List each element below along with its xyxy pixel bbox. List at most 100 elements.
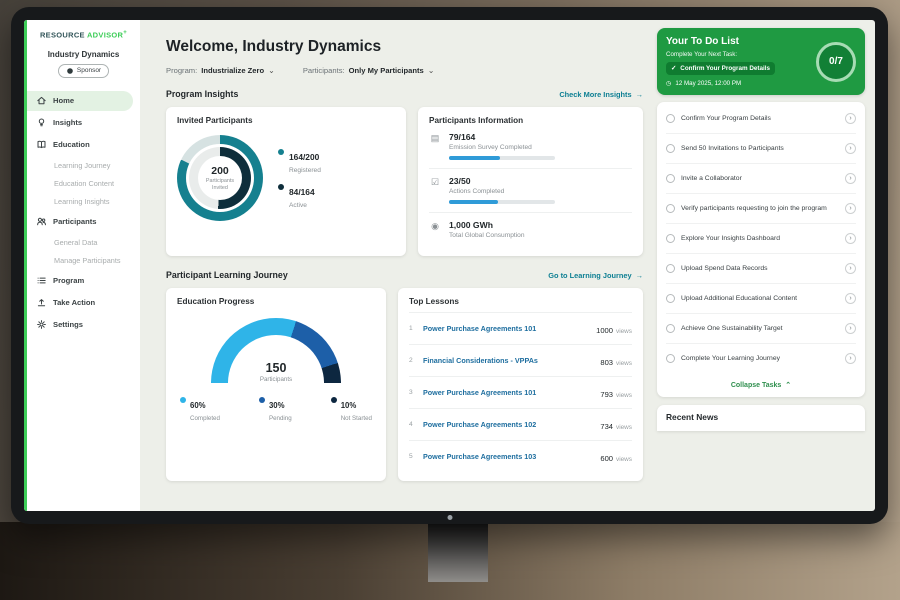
chevron-right-icon[interactable]: › (845, 353, 856, 364)
chevron-right-icon[interactable]: › (845, 323, 856, 334)
go-to-learning-journey-link[interactable]: Go to Learning Journey → (548, 271, 643, 280)
sidebar-item-participants[interactable]: Participants (27, 212, 133, 232)
task-label: Achieve One Sustainability Target (681, 324, 839, 334)
sidebar-item-education[interactable]: Education (27, 135, 133, 155)
progress-bar-fill (449, 156, 500, 160)
legend-value: 60% (190, 401, 206, 410)
sidebar-item-take-action[interactable]: Take Action (27, 293, 133, 313)
chevron-right-icon[interactable]: › (845, 263, 856, 274)
recent-news-header: Recent News (657, 405, 865, 431)
stat-value: 23/50 (449, 176, 555, 186)
sponsor-badge-label: Sponsor (77, 67, 101, 74)
chevron-right-icon[interactable]: › (845, 173, 856, 184)
checkbox-icon[interactable] (666, 354, 675, 363)
task-row-upload-educational-content[interactable]: Upload Additional Educational Content › (666, 284, 856, 314)
checkbox-icon[interactable] (666, 294, 675, 303)
arrow-right-icon: → (636, 271, 643, 280)
check-more-insights-link[interactable]: Check More Insights → (559, 90, 643, 99)
chevron-right-icon[interactable]: › (845, 113, 856, 124)
sidebar-item-program[interactable]: Program (27, 271, 133, 291)
insights-cards-row: Invited Participants 200 Participants In… (166, 107, 643, 256)
checkbox-icon[interactable] (666, 234, 675, 243)
task-row-send-invitations[interactable]: Send 50 Invitations to Participants › (666, 134, 856, 164)
lesson-views: 803 (600, 358, 613, 367)
task-row-upload-spend-data[interactable]: Upload Spend Data Records › (666, 254, 856, 284)
sidebar-item-label: Take Action (53, 298, 95, 307)
bulb-icon (36, 117, 47, 128)
task-row-explore-insights[interactable]: Explore Your Insights Dashboard › (666, 224, 856, 254)
todo-title: Your To Do List (666, 36, 775, 47)
sidebar-item-general-data[interactable]: General Data (27, 234, 140, 251)
education-center-label: Participants (211, 376, 341, 383)
lesson-row: 1 Power Purchase Agreements 101 1000view… (409, 313, 632, 345)
program-filter[interactable]: Program: Industrialize Zero ⌄ (166, 66, 275, 75)
sidebar-item-home[interactable]: Home (27, 91, 133, 111)
task-row-verify-participants[interactable]: Verify participants requesting to join t… (666, 194, 856, 224)
book-icon (36, 139, 47, 150)
legend-active: 84/164 Active (278, 182, 321, 209)
sidebar-item-settings[interactable]: Settings (27, 315, 133, 335)
actions-icon: ☑ (429, 177, 441, 204)
sidebar-item-learning-journey[interactable]: Learning Journey (27, 157, 140, 174)
checkbox-icon[interactable] (666, 144, 675, 153)
link-label: Check More Insights (559, 90, 631, 99)
task-label: Verify participants requesting to join t… (681, 204, 839, 214)
education-progress-card: Education Progress 150 Participants (166, 288, 386, 481)
task-row-complete-learning-journey[interactable]: Complete Your Learning Journey › (666, 344, 856, 373)
sidebar-item-insights[interactable]: Insights (27, 113, 133, 133)
views-unit: views (616, 456, 632, 463)
arrow-right-icon: → (636, 90, 643, 99)
lesson-link[interactable]: Power Purchase Agreements 101 (423, 324, 589, 333)
sidebar-item-label: Education Content (54, 179, 114, 188)
lesson-link[interactable]: Power Purchase Agreements 103 (423, 452, 593, 461)
sidebar-item-learning-insights[interactable]: Learning Insights (27, 193, 140, 210)
not-started-dot (331, 397, 337, 403)
todo-subtitle: Complete Your Next Task: (666, 51, 775, 58)
legend-label: Pending (269, 415, 292, 422)
invited-legend: 164/200 Registered 84/164 Active (278, 139, 321, 217)
task-row-invite-collaborator[interactable]: Invite a Collaborator › (666, 164, 856, 194)
participants-filter-value: Only My Participants (349, 66, 424, 75)
brand-plus: + (123, 30, 127, 36)
sidebar-item-education-content[interactable]: Education Content (27, 175, 140, 192)
lesson-link[interactable]: Financial Considerations - VPPAs (423, 356, 593, 365)
checkbox-icon[interactable] (666, 114, 675, 123)
sidebar-item-manage-participants[interactable]: Manage Participants (27, 252, 140, 269)
org-name: Industry Dynamics (27, 50, 140, 59)
registered-label: Registered (289, 167, 321, 174)
checkbox-icon[interactable] (666, 204, 675, 213)
learning-journey-header: Participant Learning Journey Go to Learn… (166, 270, 643, 280)
dashboard-screen: RESOURCE ADVISOR+ Industry Dynamics Spon… (24, 20, 875, 511)
lesson-row: 3 Power Purchase Agreements 101 793views (409, 377, 632, 409)
next-task-pill[interactable]: ✓ Confirm Your Program Details (666, 62, 775, 75)
progress-bar (449, 156, 555, 160)
lesson-views: 600 (600, 454, 613, 463)
collapse-label: Collapse Tasks (731, 382, 781, 389)
list-icon (36, 275, 47, 286)
task-label: Complete Your Learning Journey (681, 354, 839, 364)
stat-value: 1,000 GWh (449, 220, 525, 230)
legend-pending: 30% Pending (259, 395, 292, 422)
checkbox-icon[interactable] (666, 174, 675, 183)
power-led (447, 515, 452, 520)
checkbox-icon[interactable] (666, 264, 675, 273)
monitor-bezel: RESOURCE ADVISOR+ Industry Dynamics Spon… (11, 7, 888, 524)
program-filter-value: Industrialize Zero (201, 66, 264, 75)
chevron-down-icon: ⌄ (268, 66, 275, 75)
lesson-link[interactable]: Power Purchase Agreements 102 (423, 420, 593, 429)
participants-filter[interactable]: Participants: Only My Participants ⌄ (303, 66, 435, 75)
progress-bar-fill (449, 200, 498, 204)
task-row-achieve-target[interactable]: Achieve One Sustainability Target › (666, 314, 856, 344)
task-label: Upload Spend Data Records (681, 264, 839, 274)
invited-donut-center: 200 Participants Invited (198, 156, 242, 200)
collapse-tasks-button[interactable]: Collapse Tasks ⌃ (666, 373, 856, 397)
active-label: Active (289, 202, 315, 209)
pending-dot (259, 397, 265, 403)
lesson-link[interactable]: Power Purchase Agreements 101 (423, 388, 593, 397)
chevron-right-icon[interactable]: › (845, 293, 856, 304)
chevron-right-icon[interactable]: › (845, 203, 856, 214)
chevron-right-icon[interactable]: › (845, 233, 856, 244)
chevron-right-icon[interactable]: › (845, 143, 856, 154)
task-row-confirm-program[interactable]: Confirm Your Program Details › (666, 104, 856, 134)
checkbox-icon[interactable] (666, 324, 675, 333)
